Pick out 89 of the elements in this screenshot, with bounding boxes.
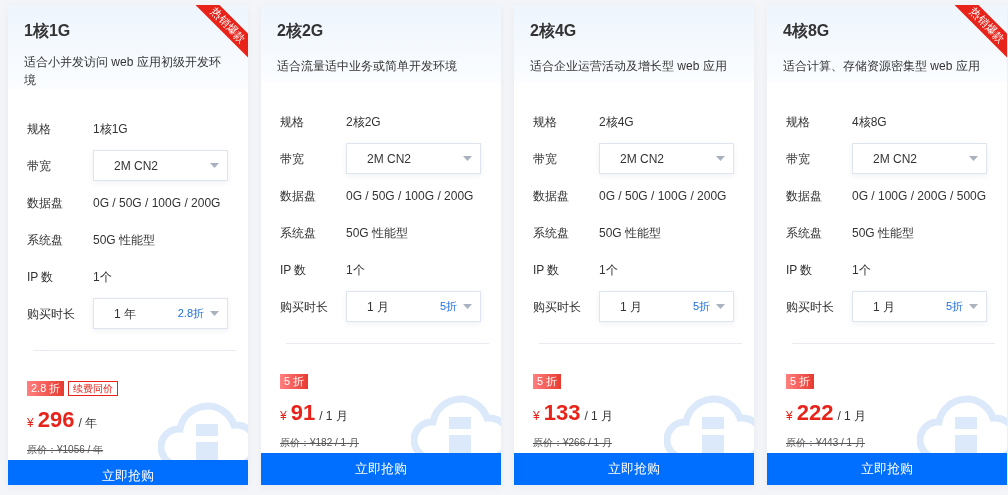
currency-sign: ¥: [533, 408, 540, 426]
dropdown[interactable]: 1 月 5折: [852, 291, 987, 323]
plan-title: 1核1G: [24, 21, 71, 41]
spec-value: 1个: [346, 261, 366, 278]
discount-badge: 5 折: [533, 374, 562, 390]
spec-value: 50G 性能型: [599, 224, 662, 241]
currency-sign: ¥: [280, 408, 287, 426]
discount-badge: 5 折: [280, 374, 309, 390]
buy-button[interactable]: 立即抢购: [261, 453, 501, 485]
spec-label: 购买时长: [27, 305, 76, 323]
spec-label: 规格: [533, 113, 558, 131]
spec-value: 2核4G: [599, 113, 635, 130]
spec-value: 1个: [599, 261, 619, 278]
plan-title: 4核8G: [783, 21, 830, 41]
caret-icon: [210, 163, 219, 168]
plan-description: 适合企业运营活动及增长型 web 应用: [530, 58, 727, 75]
renewal-tag: 续费同价: [68, 381, 119, 396]
caret-icon: [969, 304, 978, 310]
spec-value: 0G / 50G / 100G / 200G: [599, 187, 728, 204]
caret-icon: [969, 156, 978, 162]
plan-title: 2核4G: [530, 21, 577, 41]
spec-label: 系统盘: [533, 224, 570, 242]
price: 296: [37, 406, 75, 434]
spec-label: 系统盘: [27, 231, 64, 249]
original-price: 原价：¥443 / 1 月: [786, 436, 865, 451]
dropdown[interactable]: 2M CN2: [93, 150, 228, 181]
spec-label: IP 数: [786, 261, 814, 279]
spec-label: 系统盘: [280, 224, 317, 242]
spec-value: 2核2G: [346, 113, 382, 130]
dropdown[interactable]: 1 月 5折: [346, 291, 481, 323]
spec-value: 0G / 50G / 100G / 200G: [346, 187, 475, 204]
caret-icon: [463, 304, 472, 310]
spec-value: 50G 性能型: [346, 224, 409, 241]
hot-ribbon: 热销爆款: [954, 5, 1007, 59]
spec-label: IP 数: [280, 261, 308, 279]
spec-label: 购买时长: [280, 298, 329, 316]
buy-button[interactable]: 立即抢购: [8, 460, 248, 485]
spec-label: 数据盘: [533, 187, 570, 205]
original-price: 原价：¥182 / 1 月: [280, 436, 359, 451]
spec-label: 系统盘: [786, 224, 823, 242]
spec-label: 带宽: [280, 150, 305, 168]
discount-badge: 5 折: [786, 374, 815, 390]
price-unit: / 1 月: [584, 408, 614, 426]
plan-title: 2核2G: [277, 21, 324, 41]
spec-label: 购买时长: [786, 298, 835, 316]
spec-label: 数据盘: [786, 187, 823, 205]
caret-icon: [210, 311, 219, 316]
spec-value: 50G 性能型: [93, 231, 156, 248]
spec-label: 数据盘: [27, 194, 64, 212]
plan-description: 适合计算、存储资源密集型 web 应用: [783, 58, 980, 75]
spec-label: 带宽: [786, 150, 811, 168]
original-price: 原价：¥1056 / 年: [27, 443, 104, 457]
spec-value: 1核1G: [93, 120, 129, 137]
caret-icon: [716, 156, 725, 162]
spec-label: IP 数: [27, 268, 55, 286]
spec-label: IP 数: [533, 261, 561, 279]
spec-label: 规格: [786, 113, 811, 131]
spec-value: 1个: [93, 268, 113, 285]
spec-value: 4核8G: [852, 113, 888, 130]
caret-icon: [716, 304, 725, 310]
dropdown[interactable]: 2M CN2: [599, 143, 734, 175]
dropdown[interactable]: 1 月 5折: [599, 291, 734, 323]
price: 91: [290, 399, 316, 428]
currency-sign: ¥: [27, 415, 34, 432]
spec-label: 购买时长: [533, 298, 582, 316]
dropdown[interactable]: 2M CN2: [346, 143, 481, 175]
buy-button[interactable]: 立即抢购: [514, 453, 754, 485]
spec-label: 带宽: [27, 157, 52, 175]
buy-button[interactable]: 立即抢购: [767, 453, 1007, 485]
spec-label: 带宽: [533, 150, 558, 168]
spec-label: 数据盘: [280, 187, 317, 205]
price-unit: / 年: [78, 415, 98, 432]
price-unit: / 1 月: [319, 408, 348, 426]
spec-value: 50G 性能型: [852, 224, 915, 241]
currency-sign: ¥: [786, 408, 793, 426]
caret-icon: [463, 156, 472, 162]
price: 133: [543, 399, 581, 428]
spec-value: 0G / 100G / 200G / 500G: [852, 187, 988, 204]
plan-description: 适合流量适中业务或简单开发环境: [277, 58, 457, 75]
spec-label: 规格: [27, 120, 52, 138]
spec-label: 规格: [280, 113, 305, 131]
spec-value: 1个: [852, 261, 872, 278]
price: 222: [796, 399, 834, 428]
spec-value: 0G / 50G / 100G / 200G: [93, 194, 222, 211]
dropdown[interactable]: 2M CN2: [852, 143, 987, 175]
dropdown[interactable]: 1 年 2.8折: [93, 298, 228, 329]
price-unit: / 1 月: [837, 408, 867, 426]
discount-badge: 2.8 折: [27, 381, 65, 396]
original-price: 原价：¥266 / 1 月: [533, 436, 612, 451]
